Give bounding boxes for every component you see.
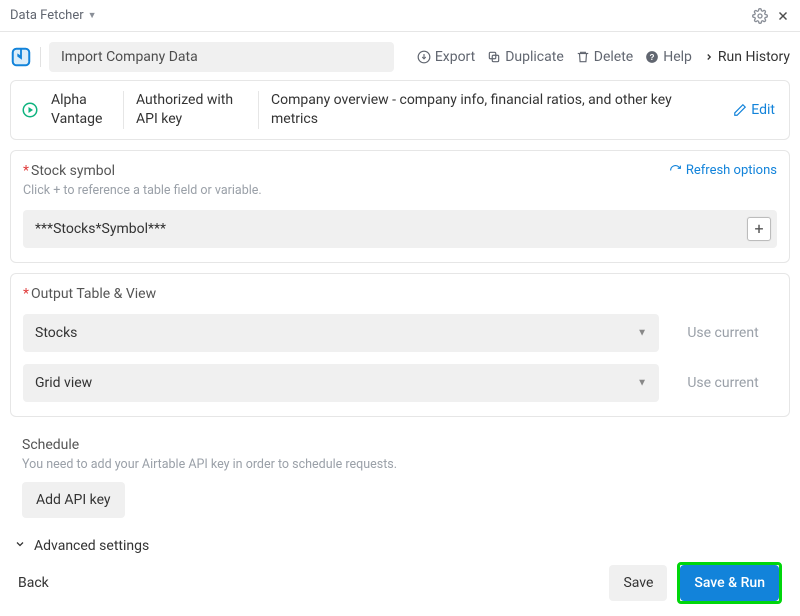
output-view-value: Grid view (35, 375, 92, 391)
gear-icon[interactable] (752, 8, 768, 24)
app-logo-icon (10, 46, 32, 68)
add-api-key-button[interactable]: Add API key (22, 482, 125, 518)
api-description: Company overview - company info, financi… (258, 91, 729, 129)
stock-symbol-input[interactable]: ***Stocks*Symbol*** (23, 210, 777, 248)
edit-button[interactable]: Edit (729, 91, 779, 129)
duplicate-label: Duplicate (505, 49, 564, 65)
app-title-label: Data Fetcher (10, 8, 84, 23)
chevron-down-icon (14, 538, 26, 553)
export-label: Export (435, 49, 475, 65)
api-provider: Alpha Vantage (43, 91, 123, 129)
svg-text:?: ? (650, 53, 655, 62)
use-current-view-button[interactable]: Use current (669, 364, 777, 402)
add-reference-button[interactable]: + (747, 217, 771, 241)
output-table-select[interactable]: Stocks ▼ (23, 314, 659, 352)
refresh-options-button[interactable]: Refresh options (669, 163, 777, 178)
help-button[interactable]: ? Help (645, 49, 692, 65)
close-icon[interactable] (776, 9, 790, 23)
request-name-input[interactable]: Import Company Data (49, 42, 394, 72)
export-button[interactable]: Export (417, 49, 475, 65)
api-auth: Authorized with API key (123, 91, 258, 129)
run-history-button[interactable]: Run History (704, 49, 790, 65)
edit-label: Edit (751, 102, 775, 118)
stock-symbol-section: *Stock symbol Refresh options Click + to… (10, 150, 790, 263)
duplicate-button[interactable]: Duplicate (487, 49, 564, 65)
run-history-label: Run History (718, 49, 790, 65)
output-label: *Output Table & View (23, 286, 777, 302)
caret-down-icon: ▼ (88, 10, 97, 21)
chevron-down-icon: ▼ (637, 377, 647, 388)
delete-label: Delete (594, 49, 633, 65)
stock-symbol-hint: Click + to reference a table field or va… (23, 183, 777, 198)
save-run-button[interactable]: Save & Run (680, 565, 779, 601)
separator (40, 47, 41, 67)
schedule-section: Schedule You need to add your Airtable A… (10, 427, 790, 524)
use-current-table-button[interactable]: Use current (669, 314, 777, 352)
advanced-settings-label: Advanced settings (34, 538, 149, 554)
stock-symbol-label: *Stock symbol (23, 163, 115, 179)
request-name-value: Import Company Data (61, 49, 198, 65)
app-title[interactable]: Data Fetcher ▼ (10, 8, 97, 23)
save-run-highlight: Save & Run (677, 562, 782, 604)
save-button[interactable]: Save (609, 565, 667, 601)
delete-button[interactable]: Delete (576, 49, 633, 65)
api-panel: Alpha Vantage Authorized with API key Co… (10, 80, 790, 140)
help-label: Help (663, 49, 692, 65)
chevron-down-icon: ▼ (637, 327, 647, 338)
stock-symbol-value: ***Stocks*Symbol*** (35, 221, 166, 237)
output-view-select[interactable]: Grid view ▼ (23, 364, 659, 402)
output-section: *Output Table & View Stocks ▼ Use curren… (10, 273, 790, 417)
schedule-hint: You need to add your Airtable API key in… (22, 457, 778, 472)
play-icon (21, 101, 39, 119)
schedule-label: Schedule (22, 437, 778, 453)
advanced-settings-toggle[interactable]: Advanced settings (14, 538, 790, 554)
back-button[interactable]: Back (18, 575, 49, 591)
refresh-label: Refresh options (686, 163, 777, 178)
output-table-value: Stocks (35, 325, 77, 341)
